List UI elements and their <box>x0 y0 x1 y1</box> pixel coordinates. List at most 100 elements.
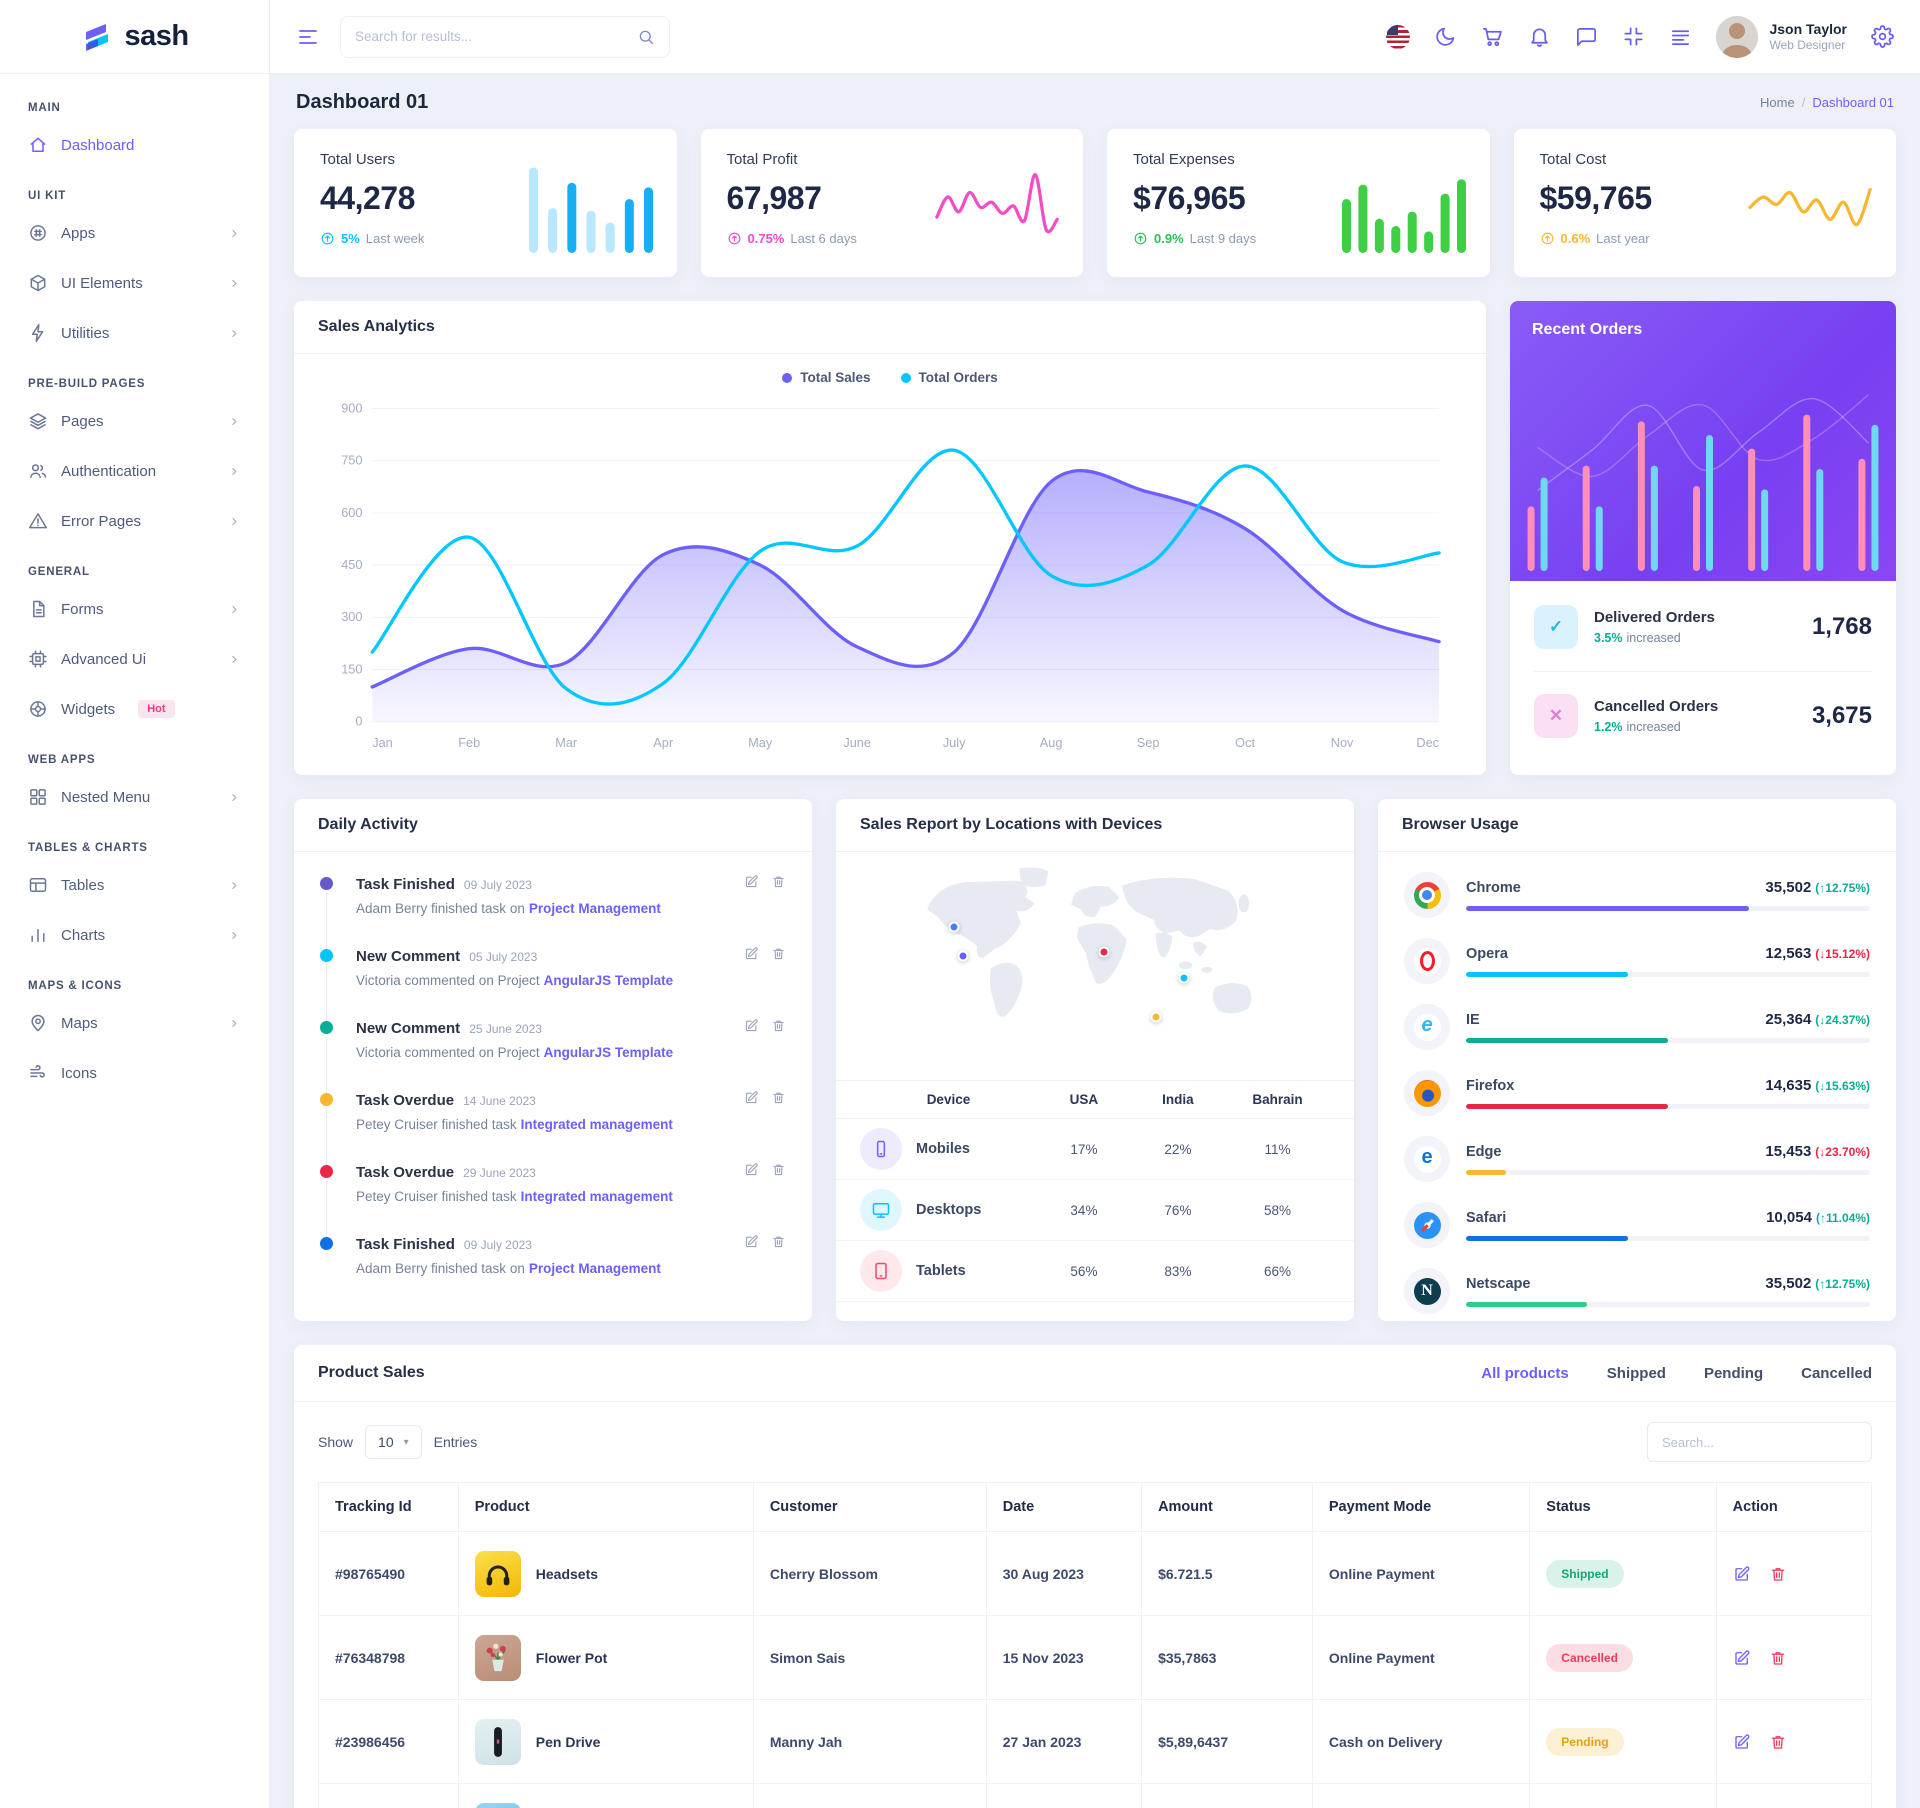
chevron-right-icon <box>228 515 241 528</box>
notifications-icon[interactable] <box>1528 25 1551 48</box>
table-column-header[interactable]: Amount <box>1142 1483 1313 1532</box>
recent-orders-chart <box>1510 353 1896 581</box>
trash-icon[interactable] <box>771 1018 786 1033</box>
device-row: Desktops 34% 76% 58% <box>836 1180 1354 1241</box>
activity-link[interactable]: AngularJS Template <box>544 973 674 988</box>
messages-icon[interactable] <box>1575 25 1598 48</box>
browser-count: 25,364 <box>1765 1011 1811 1028</box>
order-amount: $5,89,6437 <box>1142 1700 1313 1784</box>
activity-item: Task Finished 09 July 2023 Adam Berry fi… <box>320 874 786 946</box>
trash-icon[interactable] <box>771 946 786 961</box>
search-input[interactable] <box>355 29 627 44</box>
user-name: Json Taylor <box>1769 21 1847 39</box>
trash-icon[interactable] <box>771 1090 786 1105</box>
sales-report-card: Sales Report by Locations with Devices <box>836 799 1354 1321</box>
activity-link[interactable]: Project Management <box>529 1261 661 1276</box>
order-amount: $6.721.5 <box>1142 1532 1313 1616</box>
cart-icon[interactable] <box>1481 25 1504 48</box>
page-title: Dashboard 01 <box>296 91 428 114</box>
table-column-header[interactable]: Product <box>458 1483 753 1532</box>
search-icon[interactable] <box>637 28 655 46</box>
customer-name: Simon Sais <box>753 1616 986 1700</box>
table-column-header[interactable]: Action <box>1716 1483 1871 1532</box>
sidebar-item[interactable]: Icons <box>20 1048 249 1098</box>
trash-icon[interactable] <box>1769 1733 1787 1751</box>
status-badge: Pending <box>1546 1728 1623 1756</box>
activity-link[interactable]: Project Management <box>529 901 661 916</box>
activity-dot <box>320 1237 333 1250</box>
chevron-right-icon <box>228 465 241 478</box>
product-filter-tab[interactable]: All products <box>1481 1365 1569 1382</box>
sidebar-item[interactable]: Charts <box>20 910 249 960</box>
sidebar-item-label: Icons <box>61 1065 97 1082</box>
entries-select[interactable]: 10▾ <box>365 1425 422 1459</box>
sidebar-item[interactable]: Maps <box>20 998 249 1048</box>
world-map <box>836 852 1354 1080</box>
edit-icon[interactable] <box>744 1234 759 1249</box>
order-change: 3.5% <box>1594 631 1623 645</box>
sidebar-item[interactable]: Tables <box>20 860 249 910</box>
table-column-header[interactable]: Payment Mode <box>1312 1483 1529 1532</box>
edit-icon[interactable] <box>744 946 759 961</box>
trash-icon[interactable] <box>771 1234 786 1249</box>
sidebar-item-icon <box>28 511 48 531</box>
activity-link[interactable]: AngularJS Template <box>544 1045 674 1060</box>
trash-icon[interactable] <box>771 1162 786 1177</box>
browser-change: (↑11.04%) <box>1816 1211 1870 1225</box>
edit-icon[interactable] <box>744 1162 759 1177</box>
activity-text: Victoria commented on ProjectAngularJS T… <box>356 1045 786 1060</box>
sidebar-item[interactable]: Widgets Hot <box>20 684 249 734</box>
device-icon <box>860 1189 902 1231</box>
browser-icon <box>1404 1070 1450 1116</box>
product-filter-tab[interactable]: Shipped <box>1607 1365 1666 1382</box>
edit-icon[interactable] <box>744 1018 759 1033</box>
payment-mode: Online Payment <box>1312 1532 1529 1616</box>
trash-icon[interactable] <box>1769 1649 1787 1667</box>
activity-link[interactable]: Integrated management <box>521 1117 673 1132</box>
sidebar-item[interactable]: Utilities <box>20 308 249 358</box>
breadcrumb-home[interactable]: Home <box>1760 95 1795 110</box>
sidebar-item[interactable]: UI Elements <box>20 258 249 308</box>
table-search-input[interactable] <box>1647 1422 1872 1462</box>
table-column-header[interactable]: Date <box>986 1483 1141 1532</box>
browser-icon <box>1404 872 1450 918</box>
trash-icon[interactable] <box>771 874 786 889</box>
sidebar-item[interactable]: Dashboard <box>20 120 249 170</box>
edit-icon[interactable] <box>1733 1565 1751 1583</box>
order-label: Cancelled Orders <box>1594 698 1718 715</box>
table-column-header[interactable]: Tracking Id <box>319 1483 459 1532</box>
us-flag-icon[interactable] <box>1386 25 1410 49</box>
edit-icon[interactable] <box>1733 1733 1751 1751</box>
browser-progress-fill <box>1466 972 1628 977</box>
table-column-header[interactable]: Status <box>1530 1483 1716 1532</box>
dark-mode-icon[interactable] <box>1434 25 1457 48</box>
sidebar-item[interactable]: Forms <box>20 584 249 634</box>
svg-text:Feb: Feb <box>458 735 480 750</box>
sidebar-toggle-icon[interactable] <box>296 25 320 49</box>
sidebar-item[interactable]: Pages <box>20 396 249 446</box>
right-sidebar-icon[interactable] <box>1669 25 1692 48</box>
svg-text:Dec: Dec <box>1416 735 1439 750</box>
activity-link[interactable]: Integrated management <box>521 1189 673 1204</box>
product-filter-tab[interactable]: Cancelled <box>1801 1365 1872 1382</box>
sidebar-item[interactable]: Error Pages <box>20 496 249 546</box>
product-image <box>475 1719 521 1765</box>
table-column-header[interactable]: Customer <box>753 1483 986 1532</box>
user-menu[interactable]: Json Taylor Web Designer <box>1716 16 1847 58</box>
edit-icon[interactable] <box>744 874 759 889</box>
sidebar-item[interactable]: Apps <box>20 208 249 258</box>
stat-change: 0.75% <box>748 231 785 246</box>
sidebar-item[interactable]: Nested Menu <box>20 772 249 822</box>
activity-date: 14 June 2023 <box>463 1094 536 1108</box>
sidebar-item[interactable]: Authentication <box>20 446 249 496</box>
sidebar-section: MAIN Dashboard <box>20 102 249 170</box>
fullscreen-icon[interactable] <box>1622 25 1645 48</box>
brand-logo[interactable]: sash <box>0 0 269 74</box>
product-filter-tab[interactable]: Pending <box>1704 1365 1763 1382</box>
sidebar-item[interactable]: Advanced Ui <box>20 634 249 684</box>
settings-icon[interactable] <box>1871 25 1894 48</box>
map-marker <box>1151 1012 1162 1023</box>
edit-icon[interactable] <box>744 1090 759 1105</box>
edit-icon[interactable] <box>1733 1649 1751 1667</box>
trash-icon[interactable] <box>1769 1565 1787 1583</box>
